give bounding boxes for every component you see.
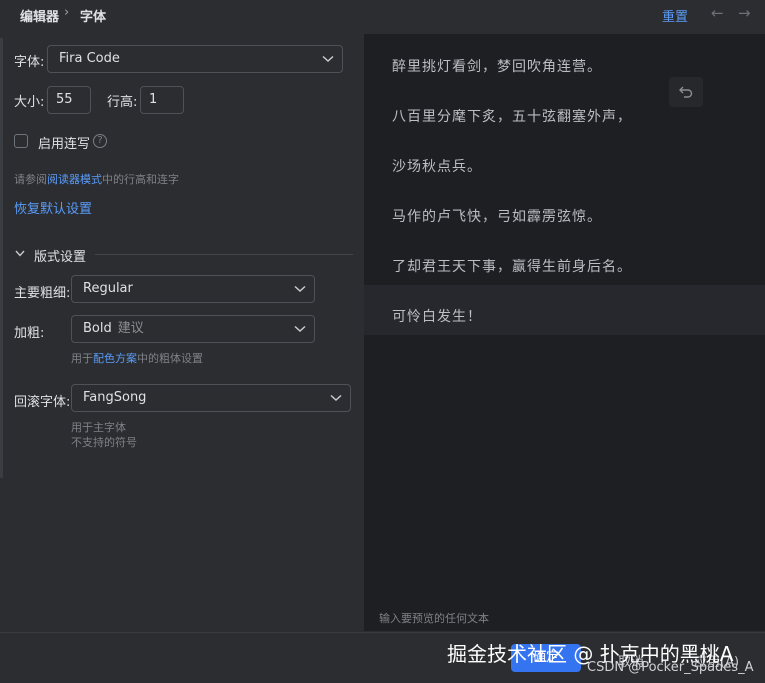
line-height-input[interactable]: 1 xyxy=(140,86,184,114)
size-label: 大小: xyxy=(14,95,45,110)
main-weight-select[interactable]: Regular xyxy=(71,275,315,303)
bold-hint: 用于配色方案中的粗体设置 xyxy=(71,352,203,365)
ligatures-checkbox[interactable] xyxy=(14,134,28,148)
font-select[interactable]: Fira Code xyxy=(47,45,343,73)
page-title: 字体 xyxy=(80,10,107,25)
font-label: 字体: xyxy=(14,55,45,70)
back-arrow-icon[interactable]: ← xyxy=(711,4,724,22)
bold-label: 加粗: xyxy=(14,326,45,341)
bold-select[interactable]: Bold 建议 xyxy=(71,315,315,343)
fallback-font-select[interactable]: FangSong xyxy=(71,384,351,412)
undo-icon xyxy=(679,86,693,98)
settings-header: 编辑器 › 字体 重置 ← → xyxy=(0,0,765,30)
section-divider xyxy=(95,254,353,255)
typography-section-title[interactable]: 版式设置 xyxy=(34,246,86,265)
chevron-down-icon xyxy=(294,325,306,333)
font-select-value: Fira Code xyxy=(59,51,120,66)
preview-hint: 输入要预览的任何文本 xyxy=(379,612,489,625)
preview-line: 了却君王天下事，赢得生前身后名。 xyxy=(392,259,632,275)
reset-link[interactable]: 重置 xyxy=(662,6,688,25)
fallback-hint-line2: 不支持的符号 xyxy=(71,436,137,449)
preview-line: 马作的卢飞快，弓如霹雳弦惊。 xyxy=(392,209,602,225)
reader-mode-hint: 请参阅阅读器模式中的行高和连字 xyxy=(14,173,179,186)
size-input[interactable]: 55 xyxy=(47,86,91,114)
line-height-label: 行高: xyxy=(107,95,138,110)
main-weight-value: Regular xyxy=(83,281,133,296)
reader-mode-link[interactable]: 阅读器模式 xyxy=(47,173,102,186)
preview-line: 八百里分麾下炙，五十弦翻塞外声， xyxy=(392,109,632,125)
watermark-csdn: CSDN @Pocker_Spades_A xyxy=(587,660,754,675)
fallback-font-value: FangSong xyxy=(83,390,147,405)
chevron-down-icon xyxy=(322,55,334,63)
font-preview-pane[interactable]: 醉里挑灯看剑，梦回吹角连营。 八百里分麾下炙，五十弦翻塞外声， 沙场秋点兵。 马… xyxy=(364,34,765,631)
breadcrumb-editor[interactable]: 编辑器 xyxy=(20,6,59,25)
ligatures-label[interactable]: 启用连写 xyxy=(38,133,90,152)
preview-line: 沙场秋点兵。 xyxy=(392,159,482,175)
chevron-down-icon xyxy=(294,285,306,293)
main-weight-label: 主要粗细: xyxy=(14,286,71,301)
breadcrumb-separator: › xyxy=(64,5,70,20)
forward-arrow-icon[interactable]: → xyxy=(738,4,751,22)
help-icon[interactable]: ? xyxy=(93,134,107,148)
restore-defaults-link[interactable]: 恢复默认设置 xyxy=(14,198,92,217)
fallback-hint-line1: 用于主字体 xyxy=(71,421,126,434)
undo-button[interactable] xyxy=(669,77,703,107)
preview-line: 可怜白发生！ xyxy=(392,309,482,325)
fallback-font-label: 回滚字体: xyxy=(14,395,71,410)
color-scheme-link[interactable]: 配色方案 xyxy=(93,352,137,365)
scroll-indicator xyxy=(0,38,3,478)
section-collapse-icon[interactable] xyxy=(15,250,25,257)
bold-suggestion: 建议 xyxy=(117,321,144,336)
preview-line: 醉里挑灯看剑，梦回吹角连营。 xyxy=(392,59,602,75)
bold-value: Bold xyxy=(83,321,112,336)
chevron-down-icon xyxy=(330,394,342,402)
